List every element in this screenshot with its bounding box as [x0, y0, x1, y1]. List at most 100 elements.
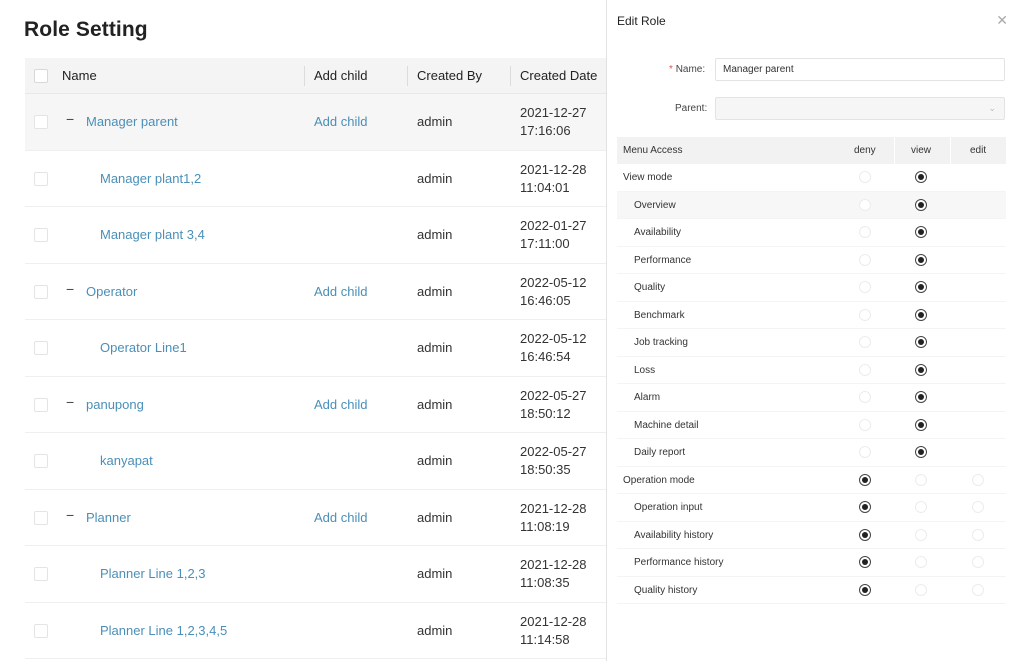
page-title: Role Setting	[24, 18, 148, 41]
add-child-link[interactable]: Add child	[314, 510, 367, 526]
view-radio[interactable]	[915, 501, 927, 513]
parent-select[interactable]: ⌄	[715, 97, 1005, 120]
row-checkbox[interactable]	[34, 454, 48, 468]
row-checkbox[interactable]	[34, 115, 48, 129]
table-row[interactable]: − Manager parent Add child admin 2021-12-27 1…	[25, 94, 606, 151]
role-name-link[interactable]: kanyapat	[100, 453, 153, 469]
column-header-created-by[interactable]: Created By	[417, 58, 482, 94]
edit-radio[interactable]	[972, 583, 984, 596]
deny-radio[interactable]	[859, 391, 871, 403]
view-radio[interactable]	[915, 391, 927, 403]
deny-radio[interactable]	[859, 253, 871, 266]
deny-radio[interactable]	[859, 583, 871, 596]
table-row[interactable]: Planner Line 1,2,3,4,5 admin 2021-12-28 11:…	[25, 603, 606, 659]
created-date: 2021-12-28	[520, 500, 587, 516]
row-checkbox[interactable]	[34, 623, 48, 638]
access-menu-name: Job tracking	[634, 337, 688, 348]
deny-radio[interactable]	[859, 336, 871, 348]
deny-radio[interactable]	[859, 171, 871, 183]
collapse-icon[interactable]: −	[66, 111, 76, 127]
created-date: 2022-05-27	[520, 387, 587, 403]
created-date-cell: 2022-05-27 18:50:35	[520, 443, 587, 479]
deny-radio[interactable]	[859, 473, 871, 486]
deny-radio[interactable]	[859, 528, 871, 541]
role-name-link[interactable]: Operator	[86, 284, 137, 300]
edit-radio[interactable]	[972, 556, 984, 568]
column-header-created-date[interactable]: Created Date	[520, 58, 597, 94]
role-name-link[interactable]: Planner	[86, 510, 131, 526]
table-row[interactable]: − Operator Add child admin 2022-05-12 16:46:0…	[25, 264, 606, 320]
created-by-cell: admin	[417, 566, 453, 581]
add-child-link[interactable]: Add child	[314, 284, 367, 300]
row-checkbox[interactable]	[34, 228, 48, 242]
view-radio[interactable]	[915, 418, 927, 431]
table-row[interactable]: Manager plant 3,4 admin 2022-01-27 17:11:00	[25, 207, 606, 264]
table-row[interactable]: Operator Line1 admin 2022-05-12 16:46:54	[25, 320, 606, 377]
deny-radio[interactable]	[859, 501, 871, 513]
table-row[interactable]: Planner Line 1,2,3 admin 2021-12-28 11:08:3…	[25, 546, 606, 603]
collapse-icon[interactable]: −	[66, 507, 76, 523]
deny-radio[interactable]	[859, 281, 871, 293]
access-row: Quality history	[617, 577, 1006, 604]
row-checkbox[interactable]	[34, 341, 48, 355]
column-header-name[interactable]: Name	[62, 58, 97, 94]
created-by-cell: admin	[417, 114, 453, 129]
created-date-cell: 2022-05-27 18:50:12	[520, 387, 587, 423]
deny-radio[interactable]	[859, 198, 871, 211]
access-menu-name: Benchmark	[634, 309, 685, 321]
view-radio[interactable]	[915, 336, 927, 348]
created-time: 11:08:35	[520, 575, 570, 590]
deny-radio[interactable]	[859, 308, 871, 321]
row-checkbox[interactable]	[34, 284, 48, 299]
role-name-link[interactable]: Planner Line 1,2,3,4,5	[100, 623, 227, 639]
role-name-link[interactable]: Manager plant1,2	[100, 171, 201, 187]
table-row[interactable]: − Planner Add child admin 2021-12-28 11:08:19	[25, 490, 606, 546]
column-header-add-child[interactable]: Add child	[314, 58, 367, 94]
add-child-link[interactable]: Add child	[314, 114, 367, 130]
view-radio[interactable]	[915, 198, 927, 211]
view-radio[interactable]	[915, 446, 927, 458]
role-name-link[interactable]: Operator Line1	[100, 340, 187, 356]
access-row: Job tracking	[617, 329, 1006, 357]
deny-radio[interactable]	[859, 446, 871, 458]
view-radio[interactable]	[915, 583, 927, 596]
required-mark: *	[669, 64, 673, 75]
view-radio[interactable]	[915, 556, 927, 568]
role-name-link[interactable]: Manager parent	[86, 114, 178, 130]
role-name-link[interactable]: panupong	[86, 397, 144, 413]
deny-radio[interactable]	[859, 418, 871, 431]
add-child-link[interactable]: Add child	[314, 397, 367, 413]
created-date: 2021-12-28	[520, 613, 587, 629]
row-checkbox[interactable]	[34, 510, 48, 525]
row-checkbox[interactable]	[34, 171, 48, 186]
collapse-icon[interactable]: −	[66, 394, 76, 410]
view-radio[interactable]	[915, 171, 927, 183]
row-checkbox[interactable]	[34, 397, 48, 412]
row-checkbox[interactable]	[34, 567, 48, 581]
edit-radio[interactable]	[972, 501, 984, 513]
edit-radio[interactable]	[972, 473, 984, 486]
role-name-link[interactable]: Manager plant 3,4	[100, 227, 205, 243]
column-divider	[950, 137, 951, 164]
view-radio[interactable]	[915, 528, 927, 541]
table-row[interactable]: kanyapat admin 2022-05-27 18:50:35	[25, 433, 606, 490]
view-radio[interactable]	[915, 308, 927, 321]
edit-radio[interactable]	[972, 528, 984, 541]
view-radio[interactable]	[915, 281, 927, 293]
view-radio[interactable]	[915, 253, 927, 266]
edit-role-modal: Edit Role ✕ * Name: Manager parent Paren…	[606, 0, 1024, 661]
table-row[interactable]: Manager plant1,2 admin 2021-12-28 11:04:01	[25, 151, 606, 207]
view-radio[interactable]	[915, 473, 927, 486]
view-radio[interactable]	[915, 226, 927, 238]
deny-radio[interactable]	[859, 363, 871, 376]
deny-radio[interactable]	[859, 226, 871, 238]
view-radio[interactable]	[915, 363, 927, 376]
role-name-link[interactable]: Planner Line 1,2,3	[100, 566, 206, 582]
select-all-checkbox[interactable]	[34, 69, 48, 83]
collapse-icon[interactable]: −	[66, 281, 76, 297]
name-input[interactable]: Manager parent	[715, 58, 1005, 81]
created-by-cell: admin	[417, 170, 453, 186]
deny-radio[interactable]	[859, 556, 871, 568]
close-icon[interactable]: ✕	[996, 12, 1008, 29]
table-row[interactable]: − panupong Add child admin 2022-05-27 18:50:1…	[25, 377, 606, 433]
